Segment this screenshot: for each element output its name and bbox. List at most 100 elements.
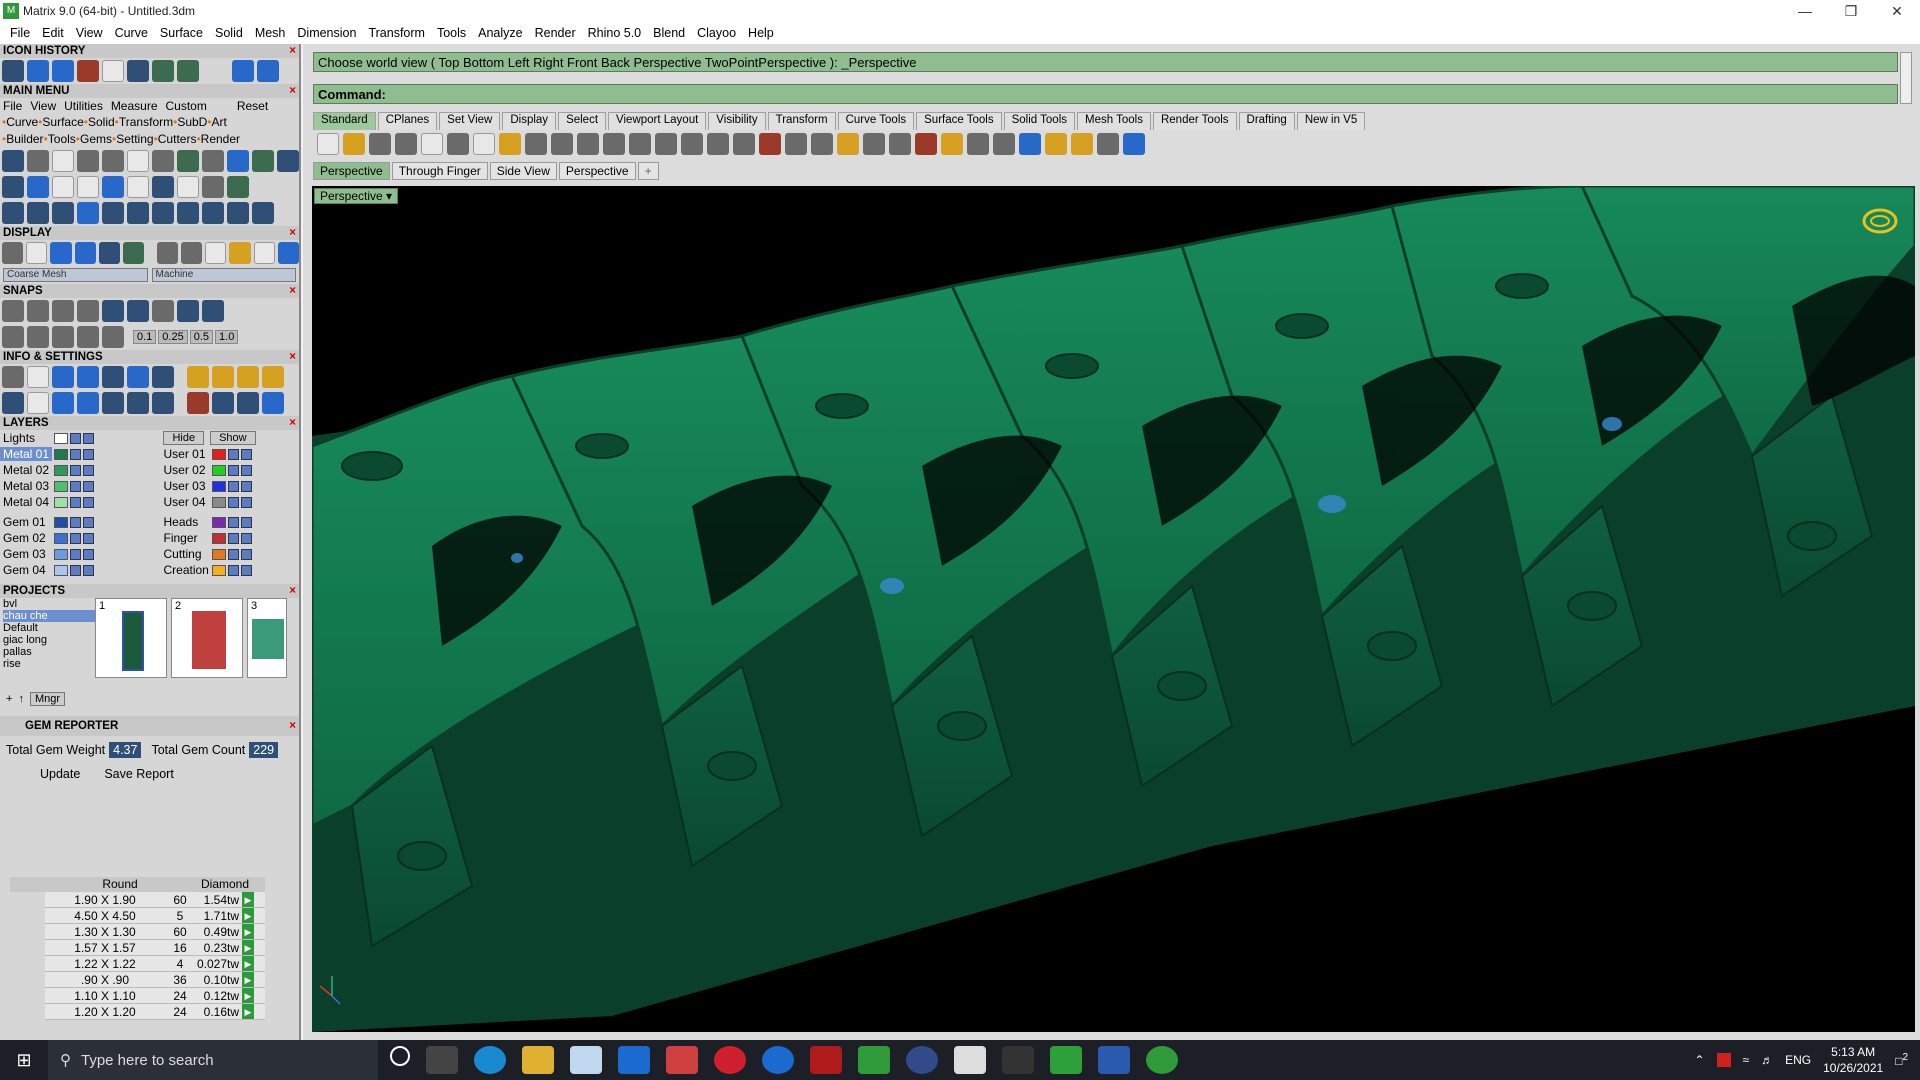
tool-icon[interactable] (52, 202, 74, 224)
wifi-icon[interactable]: ≈ (1743, 1053, 1750, 1067)
app-icon[interactable] (906, 1046, 938, 1074)
layer-cell[interactable]: Gem 02 (0, 531, 150, 545)
layer-name[interactable]: User 01 (150, 447, 210, 461)
project-thumbnail[interactable]: 3 (247, 598, 287, 678)
search-box[interactable]: ⚲ Type here to search (48, 1040, 378, 1080)
toolbar-tab[interactable]: Render Tools (1152, 112, 1237, 130)
snap-value[interactable]: 0.1 (133, 330, 157, 344)
update-button[interactable]: Update (40, 766, 80, 782)
lock-icon[interactable] (70, 496, 81, 508)
visibility-icon[interactable] (240, 448, 252, 460)
mail-icon[interactable] (618, 1046, 650, 1074)
toolbar-tab[interactable]: Mesh Tools (1077, 112, 1151, 130)
tool-icon[interactable] (52, 392, 74, 414)
snap-icon[interactable] (152, 300, 174, 322)
command-scrollbar[interactable] (1900, 52, 1912, 104)
tool-icon[interactable] (127, 366, 149, 388)
visibility-icon[interactable] (240, 548, 252, 560)
visibility-icon[interactable] (83, 516, 94, 528)
visibility-icon[interactable] (240, 480, 252, 492)
layer-cell[interactable]: Metal 03 (0, 479, 150, 493)
visibility-icon[interactable] (83, 480, 94, 492)
layer-name[interactable]: User 04 (150, 495, 210, 509)
layer-name[interactable]: Gem 04 (0, 563, 52, 577)
tool-icon[interactable] (52, 60, 74, 82)
tool-icon[interactable] (2, 242, 24, 264)
tool-icon[interactable] (202, 202, 224, 224)
tool-icon[interactable] (187, 392, 209, 414)
close-icon[interactable]: × (289, 350, 296, 364)
toolbar-tab[interactable]: Display (502, 112, 557, 130)
paste-icon[interactable] (499, 133, 521, 155)
tool-icon[interactable] (277, 150, 299, 172)
material-select[interactable]: Machine (151, 268, 296, 282)
tool-icon[interactable] (202, 150, 224, 172)
snap-value[interactable]: 1.0 (215, 330, 239, 344)
add-tab-icon[interactable]: + (637, 162, 659, 180)
tool-icon[interactable] (77, 366, 99, 388)
lock-icon[interactable] (70, 432, 81, 444)
close-icon[interactable]: × (289, 416, 296, 430)
layer-color-swatch[interactable] (54, 564, 68, 576)
visibility-icon[interactable] (83, 532, 94, 544)
tool-icon[interactable] (102, 326, 124, 348)
layer-cell[interactable]: User 03 (150, 479, 300, 493)
layer-color-swatch[interactable] (54, 432, 68, 444)
material-icon[interactable] (915, 133, 937, 155)
tool-icon[interactable] (177, 202, 199, 224)
lock-icon[interactable] (227, 464, 239, 476)
lock-icon[interactable] (227, 448, 239, 460)
tool-icon[interactable] (77, 150, 99, 172)
app-icon[interactable] (1050, 1046, 1082, 1074)
tool-icon[interactable] (227, 176, 249, 198)
tool-icon[interactable] (26, 242, 48, 264)
app-icon[interactable] (570, 1046, 602, 1074)
tool-icon[interactable] (229, 242, 251, 264)
layer-color-swatch[interactable] (54, 448, 68, 460)
visibility-icon[interactable] (83, 564, 94, 576)
render-icon[interactable] (993, 133, 1015, 155)
layer-color-swatch[interactable] (211, 564, 226, 576)
tool-icon[interactable] (785, 133, 807, 155)
tool-icon[interactable] (252, 202, 274, 224)
pan-icon[interactable] (551, 133, 573, 155)
layer-color-swatch[interactable] (211, 532, 226, 544)
tool-icon[interactable] (122, 242, 144, 264)
opera-icon[interactable] (714, 1046, 746, 1074)
category-item[interactable]: Art (212, 115, 227, 129)
lock-icon[interactable] (889, 133, 911, 155)
tool-icon[interactable] (77, 392, 99, 414)
clock[interactable]: 5:13 AM 10/26/2021 (1823, 1044, 1883, 1076)
play-icon[interactable]: ▶ (242, 988, 254, 1003)
tool-icon[interactable] (177, 60, 199, 82)
tool-icon[interactable] (27, 366, 49, 388)
layer-color-swatch[interactable] (54, 464, 68, 476)
add-icon[interactable]: + (6, 693, 12, 705)
snap-icon[interactable] (77, 300, 99, 322)
layer-name[interactable]: Cutting (150, 547, 210, 561)
render-icon[interactable] (967, 133, 989, 155)
tool-icon[interactable] (262, 392, 284, 414)
tool-icon[interactable] (152, 60, 174, 82)
tool-icon[interactable] (2, 150, 24, 172)
category-item[interactable]: Transform (119, 115, 173, 129)
close-icon[interactable]: × (289, 716, 296, 736)
layer-cell[interactable]: Metal 04 (0, 495, 150, 509)
play-icon[interactable]: ▶ (242, 908, 254, 923)
close-button[interactable]: ✕ (1874, 0, 1920, 22)
project-thumbnail[interactable]: 2 (171, 598, 243, 678)
tool-icon[interactable] (127, 392, 149, 414)
cortana-icon[interactable] (390, 1046, 410, 1066)
snap-icon[interactable] (127, 300, 149, 322)
toolbar-tab[interactable]: New in V5 (1296, 112, 1366, 130)
layer-cell[interactable]: Gem 01 (0, 515, 150, 529)
visibility-icon[interactable] (83, 464, 94, 476)
tool-icon[interactable] (27, 326, 49, 348)
menu-item[interactable]: Mesh (249, 26, 292, 40)
main-menu-item[interactable]: Utilities (64, 98, 103, 114)
save-icon[interactable] (369, 133, 391, 155)
play-icon[interactable]: ▶ (242, 940, 254, 955)
tool-icon[interactable] (205, 242, 227, 264)
tool-icon[interactable] (98, 242, 120, 264)
tool-icon[interactable] (156, 242, 179, 264)
